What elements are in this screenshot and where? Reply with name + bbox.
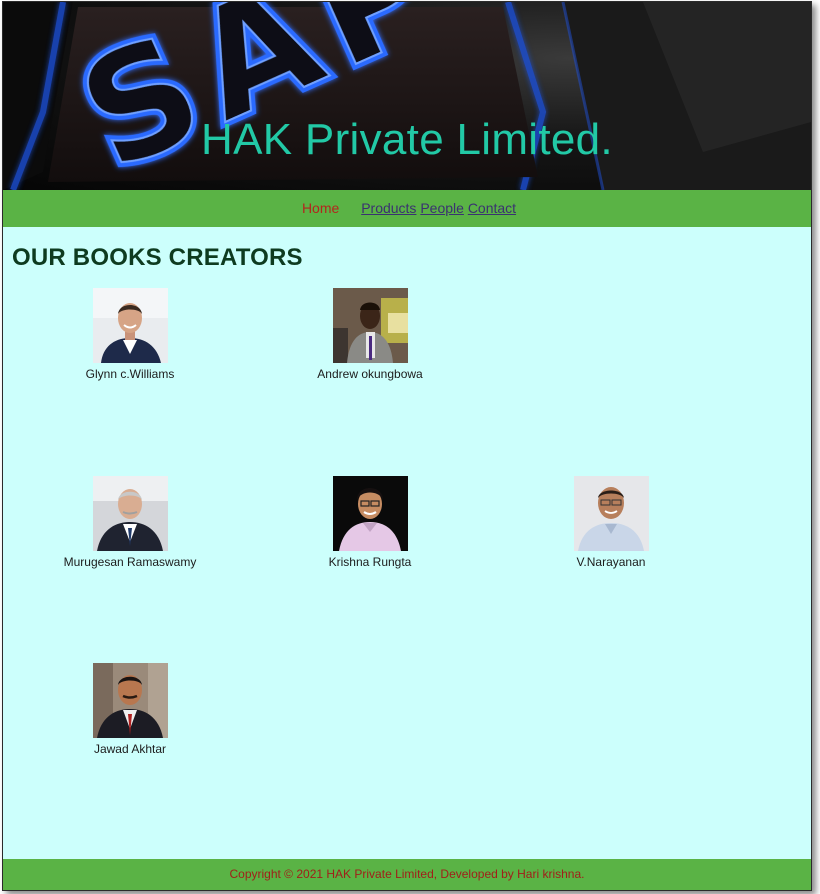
person-name: Murugesan Ramaswamy bbox=[63, 555, 197, 569]
person-card: Murugesan Ramaswamy bbox=[30, 476, 230, 569]
person-card: Jawad Akhtar bbox=[30, 663, 230, 756]
person-card: Krishna Rungta bbox=[270, 476, 470, 569]
person-name: Glynn c.Williams bbox=[85, 367, 175, 381]
nav-link-products[interactable]: Products bbox=[361, 200, 416, 216]
person-name: V.Narayanan bbox=[576, 555, 646, 569]
person-photo bbox=[332, 288, 408, 363]
header-banner: SAP SAP HAK Private Limited. bbox=[3, 2, 811, 190]
footer: Copyright © 2021 HAK Private Limited, De… bbox=[3, 859, 811, 890]
nav-link-people[interactable]: People bbox=[420, 200, 464, 216]
person-name: Krishna Rungta bbox=[328, 555, 412, 569]
person-photo bbox=[92, 476, 168, 551]
nav-bar: Home Products People Contact bbox=[3, 190, 811, 227]
site-title: HAK Private Limited. bbox=[201, 115, 613, 164]
person-photo bbox=[332, 476, 408, 551]
page-frame: SAP SAP HAK Private Limited. Home Produc… bbox=[2, 1, 812, 891]
person-photo bbox=[92, 288, 168, 363]
person-name: Andrew okungbowa bbox=[317, 367, 423, 381]
person-photo bbox=[92, 663, 168, 738]
person-card: Andrew okungbowa bbox=[270, 288, 470, 381]
page-heading: OUR BOOKS CREATORS bbox=[12, 244, 303, 271]
nav-link-contact[interactable]: Contact bbox=[468, 200, 516, 216]
person-name: Jawad Akhtar bbox=[93, 742, 167, 756]
person-card: V.Narayanan bbox=[511, 476, 711, 569]
nav-link-home[interactable]: Home bbox=[302, 200, 339, 216]
person-card: Glynn c.Williams bbox=[30, 288, 230, 381]
person-photo bbox=[573, 476, 649, 551]
